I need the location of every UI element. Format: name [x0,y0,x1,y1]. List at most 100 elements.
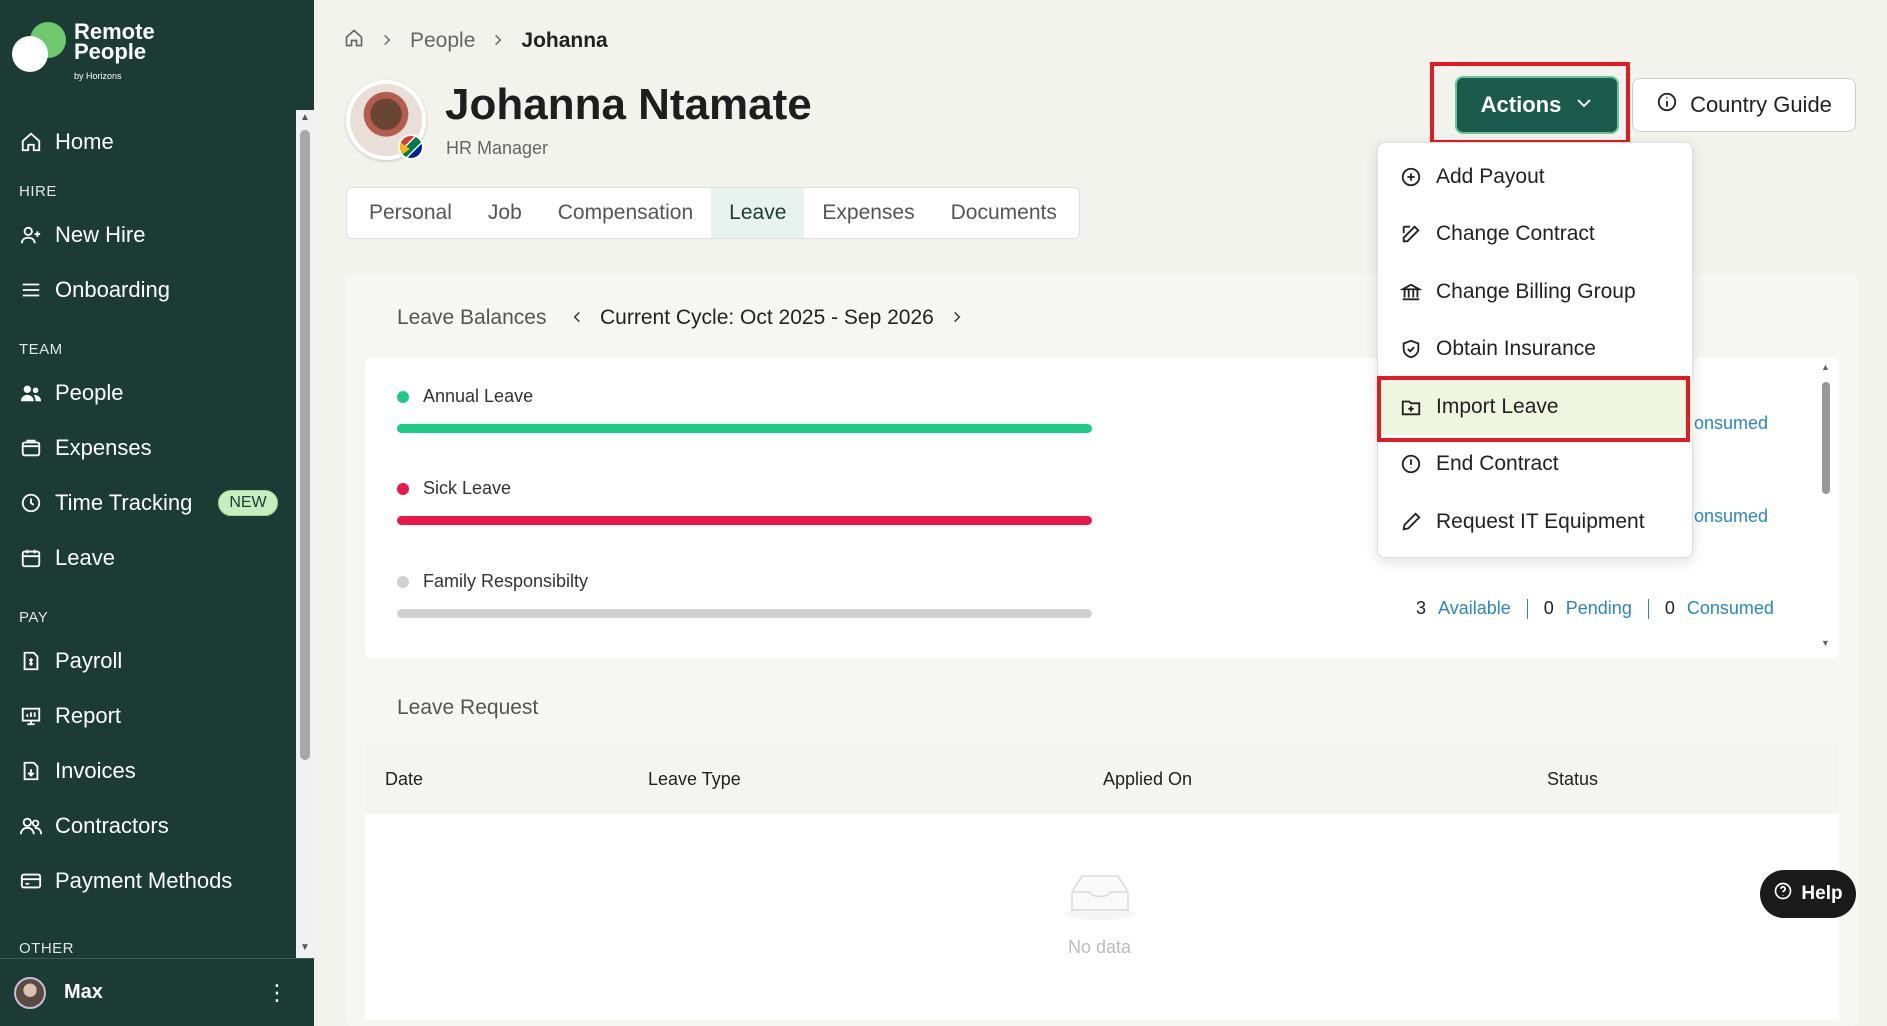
menu-item-request-it-equipment[interactable]: Request IT Equipment [1378,494,1694,550]
sidebar-item-label: Home [55,128,114,154]
section-hire: HIRE [19,183,57,200]
sidebar-item-label: Report [55,702,122,728]
sidebar-item-label: Contractors [55,812,169,838]
sidebar-item-payment-methods[interactable]: Payment Methods [0,853,314,908]
country-guide-button[interactable]: Country Guide [1632,78,1856,132]
south-africa-flag-icon [398,134,424,160]
chevron-right-icon [380,29,394,53]
sidebar-item-label: Invoices [55,757,136,783]
available-link[interactable]: Available [1438,598,1511,619]
calendar-icon [19,546,43,570]
payroll-icon [19,649,43,673]
breadcrumb: People Johanna [344,28,608,54]
sidebar-item-expenses[interactable]: Expenses [0,420,314,475]
sidebar-item-invoices[interactable]: Invoices [0,743,314,798]
menu-item-change-billing-group[interactable]: Change Billing Group [1378,264,1694,320]
chevron-down-icon [1575,92,1593,118]
edit-icon [1400,223,1422,245]
tab-personal[interactable]: Personal [351,188,470,238]
sick-consumed-link[interactable]: onsumed [1694,506,1768,527]
sidebar-item-home[interactable]: Home [0,114,314,169]
leave-name: Family Responsibilty [423,571,589,591]
pending-link[interactable]: Pending [1566,598,1632,619]
sick-leave-dot [397,482,409,495]
section-pay: PAY [19,609,49,626]
sidebar-item-contractors[interactable]: Contractors [0,798,314,853]
list-icon [19,278,43,302]
logo-mark-icon [12,22,66,76]
sidebar-item-label: Time Tracking [55,489,193,515]
pencil-icon [1400,511,1422,533]
people-icon [19,381,43,405]
breadcrumb-people[interactable]: People [410,29,475,53]
sidebar-scroll-thumb[interactable] [300,130,310,760]
sidebar-item-time-tracking[interactable]: Time Tracking NEW [0,475,314,530]
empty-state-text: No data [1068,937,1132,957]
sidebar-item-leave[interactable]: Leave [0,530,314,585]
sick-leave-bar [397,516,1092,525]
sidebar-item-label: Leave [55,544,115,570]
sidebar-item-label: Payroll [55,647,123,673]
user-bar: Max ⋮ [0,958,314,1026]
chevron-right-icon [491,29,505,53]
sidebar-nav: Home HIRE New Hire Onboarding TEAM Peopl… [0,108,314,958]
help-label: Help [1801,883,1843,904]
more-options-icon[interactable]: ⋮ [262,980,292,1006]
menu-item-obtain-insurance[interactable]: Obtain Insurance [1378,321,1694,377]
menu-item-label: Change Contract [1436,222,1595,245]
section-other: OTHER [19,940,74,957]
menu-item-end-contract[interactable]: End Contract [1378,436,1694,492]
sidebar-item-label: Payment Methods [55,867,233,893]
tab-expenses[interactable]: Expenses [804,188,932,238]
help-button[interactable]: Help [1760,870,1856,918]
menu-item-label: Obtain Insurance [1436,337,1596,360]
sidebar-item-payroll[interactable]: Payroll [0,633,314,688]
cycle-prev-icon[interactable] [570,305,584,331]
leave-row-family: Family Responsibilty [397,571,1847,618]
leave-request-title: Leave Request [397,696,539,719]
menu-item-label: Change Billing Group [1436,280,1636,303]
tab-compensation[interactable]: Compensation [540,188,711,238]
balance-card-scrollbar[interactable]: ▲ ▼ [1820,362,1832,648]
leave-name: Sick Leave [423,478,512,498]
family-leave-bar [397,609,1092,618]
brand-sub: by Horizons [74,71,122,81]
column-status: Status [1547,768,1599,789]
tab-documents[interactable]: Documents [933,188,1075,238]
new-badge: NEW [218,489,278,516]
user-plus-icon [19,223,43,247]
tab-leave[interactable]: Leave [711,188,805,238]
sidebar-item-onboarding[interactable]: Onboarding [0,262,314,317]
actions-button[interactable]: Actions [1455,76,1619,134]
scroll-down-icon[interactable]: ▼ [1821,638,1830,648]
sidebar-item-people[interactable]: People [0,365,314,420]
annual-leave-bar [397,424,1092,433]
report-icon [19,704,43,728]
avatar[interactable] [14,976,46,1009]
sidebar-item-report[interactable]: Report [0,688,314,743]
sidebar-item-label: Expenses [55,434,152,460]
annual-consumed-link[interactable]: onsumed [1694,413,1768,434]
available-count: 3 [1416,598,1427,618]
home-icon [19,130,43,154]
cycle-next-icon[interactable] [950,305,964,331]
scroll-down-icon[interactable]: ▼ [298,942,312,953]
tab-job[interactable]: Job [470,188,540,238]
consumed-link[interactable]: Consumed [1687,598,1774,619]
home-icon[interactable] [344,28,364,54]
wallet-icon [19,436,43,460]
menu-item-change-contract[interactable]: Change Contract [1378,206,1694,262]
help-icon [1773,881,1793,907]
plus-circle-icon [1400,166,1422,188]
brand-logo[interactable]: Remote People by Horizons [12,21,155,86]
card-icon [19,869,43,893]
menu-item-label: Add Payout [1436,165,1545,188]
section-team: TEAM [19,341,63,358]
scroll-up-icon[interactable]: ▲ [298,112,312,123]
menu-item-add-payout[interactable]: Add Payout [1378,149,1694,205]
sidebar-item-new-hire[interactable]: New Hire [0,207,314,262]
scroll-up-icon[interactable]: ▲ [1821,362,1830,372]
sidebar-item-label: People [55,379,124,405]
annual-leave-dot [397,390,409,403]
menu-item-label: Request IT Equipment [1436,510,1645,533]
